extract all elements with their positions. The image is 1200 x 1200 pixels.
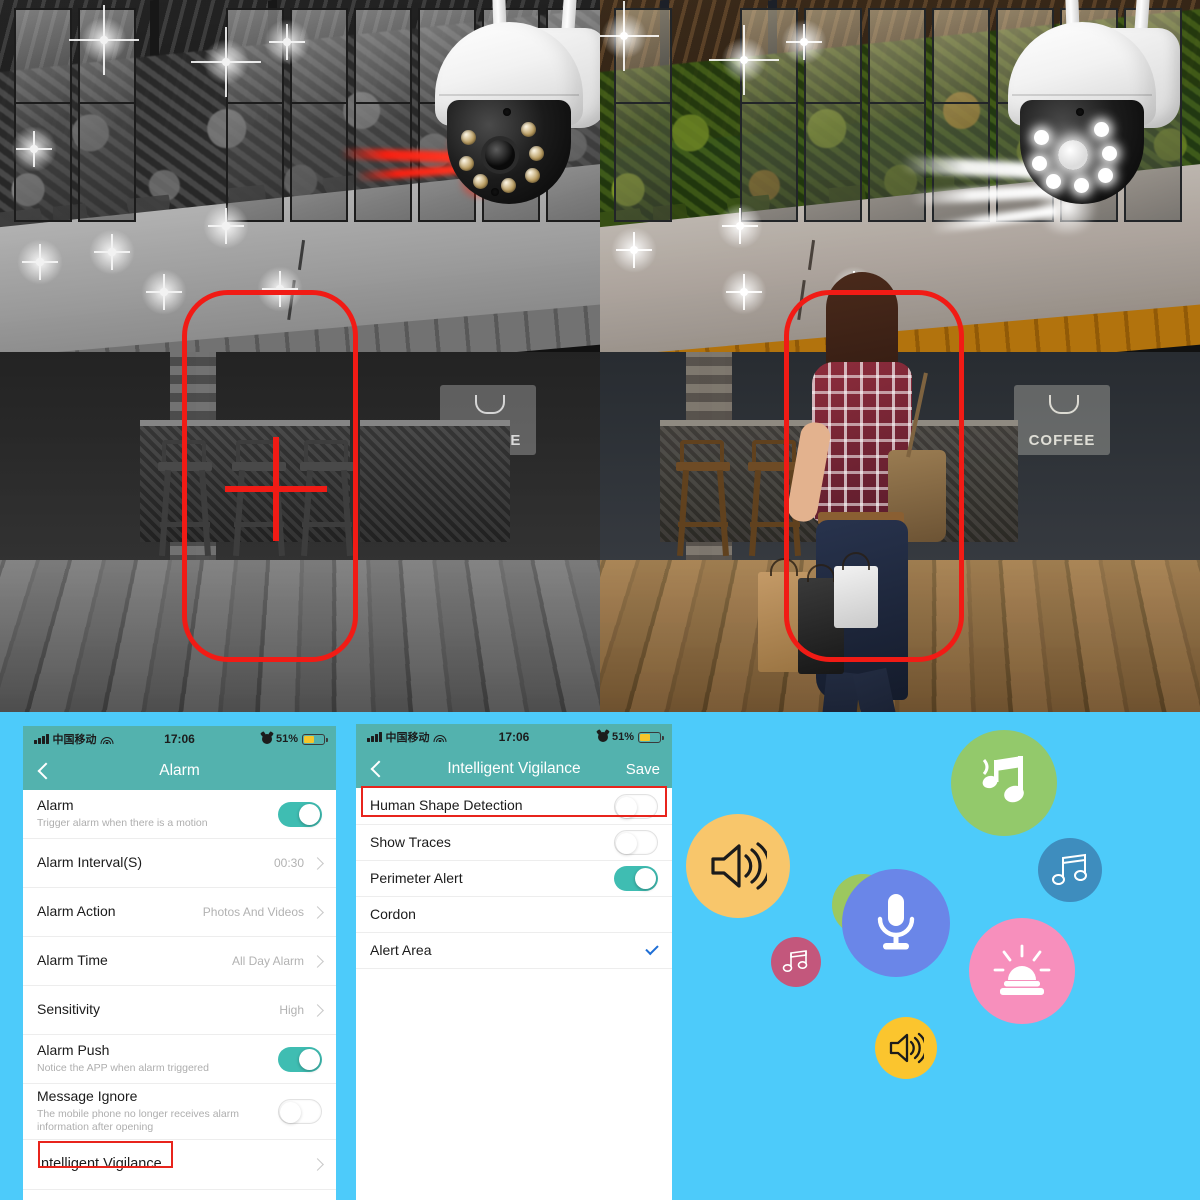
- feature-icon-bubbles: [672, 712, 1200, 1200]
- row-title: Alarm Interval(S): [37, 854, 143, 871]
- row-alarm-push[interactable]: Alarm Push Notice the APP when alarm tri…: [23, 1035, 336, 1084]
- bubble-double-music-note[interactable]: [951, 730, 1057, 836]
- row-value: High: [279, 1003, 304, 1017]
- row-title: Intelligent Vigilance: [37, 1156, 162, 1173]
- row-title: Cordon: [370, 905, 416, 922]
- coffee-sign: COFFEE: [1014, 385, 1110, 455]
- music-note-icon: [1050, 852, 1090, 888]
- bubble-microphone[interactable]: [842, 869, 950, 977]
- chevron-right-icon: [311, 954, 324, 968]
- row-title: Alarm: [37, 797, 74, 814]
- chevron-right-icon: [311, 856, 324, 870]
- row-message-ignore[interactable]: Message Ignore The mobile phone no longe…: [23, 1084, 336, 1140]
- alarm-settings-list: Alarm Trigger alarm when there is a moti…: [23, 790, 336, 1200]
- status-bar: 中国移动 17:06 51%: [356, 724, 672, 750]
- phone-screenshot-alarm: 中国移动 17:06 51% Alarm Alarm Trigger alarm…: [23, 726, 336, 1200]
- toggle-message-ignore[interactable]: [278, 1099, 322, 1124]
- row-title: Sensitivity: [37, 1001, 101, 1018]
- bubble-small-music-note[interactable]: [771, 937, 821, 987]
- row-alarm-interval[interactable]: Alarm Interval(S) 00:30: [23, 839, 336, 888]
- battery-icon: [638, 731, 664, 743]
- row-title: Alert Area: [370, 941, 432, 958]
- status-time: 17:06: [498, 730, 530, 744]
- row-intelligent-vigilance[interactable]: Intelligent Vigilance: [23, 1140, 336, 1190]
- signal-bars-icon: [34, 734, 49, 744]
- scene-black-and-white: COFFEE: [0, 0, 600, 712]
- status-bar: 中国移动 17:06 51%: [23, 726, 336, 752]
- chevron-right-icon: [311, 1158, 324, 1171]
- battery-percent: 51%: [611, 731, 634, 743]
- row-alert-area[interactable]: Alert Area: [356, 933, 672, 969]
- toggle-show-traces[interactable]: [614, 830, 658, 855]
- camera-demo-photo: COFFEE: [0, 0, 1200, 712]
- toggle-human-shape-detection[interactable]: [614, 793, 658, 819]
- chevron-right-icon: [311, 1003, 324, 1017]
- alarm-clock-icon: [597, 732, 608, 742]
- small-music-note-icon: [782, 949, 810, 975]
- microphone-icon: [871, 892, 921, 954]
- nav-bar-alarm: Alarm: [23, 752, 336, 790]
- nav-bar-vigilance: Intelligent Vigilance Save: [356, 750, 672, 788]
- back-chevron-left-icon[interactable]: [35, 762, 53, 780]
- row-title: Alarm Time: [37, 952, 108, 969]
- row-show-traces[interactable]: Show Traces: [356, 825, 672, 861]
- phone-screenshot-intelligent-vigilance: 中国移动 17:06 51% Intelligent Vigilance Sav…: [356, 724, 672, 1200]
- page-title: Alarm: [159, 762, 200, 779]
- row-value: Photos And Videos: [202, 905, 304, 919]
- row-sensitivity[interactable]: Sensitivity High: [23, 986, 336, 1035]
- carrier-label: 中国移动: [52, 734, 97, 746]
- security-camera-left: [435, 0, 600, 207]
- wifi-icon: [433, 732, 447, 742]
- speaker-volume-small-icon: [888, 1032, 924, 1064]
- bubble-speaker-volume-small[interactable]: [875, 1017, 937, 1079]
- row-alarm[interactable]: Alarm Trigger alarm when there is a moti…: [23, 790, 336, 839]
- row-cordon[interactable]: Cordon: [356, 897, 672, 933]
- row-title: Message Ignore: [37, 1088, 138, 1105]
- checkmark-icon: [645, 941, 659, 956]
- row-title: Show Traces: [370, 833, 451, 850]
- row-alarm-time[interactable]: Alarm Time All Day Alarm: [23, 937, 336, 986]
- crosshair-marker: [225, 437, 327, 541]
- toggle-alarm-push[interactable]: [278, 1046, 322, 1072]
- save-button[interactable]: Save: [626, 761, 660, 778]
- status-time: 17:06: [164, 732, 195, 746]
- speaker-volume-icon: [709, 841, 767, 891]
- row-subtitle: Notice the APP when alarm triggered: [37, 1061, 209, 1074]
- toggle-alarm[interactable]: [278, 801, 322, 827]
- row-alarm-action[interactable]: Alarm Action Photos And Videos: [23, 888, 336, 937]
- row-human-shape-detection[interactable]: Human Shape Detection: [356, 788, 672, 825]
- back-chevron-left-icon[interactable]: [368, 760, 386, 778]
- bubble-music-note[interactable]: [1038, 838, 1102, 902]
- wifi-icon: [100, 734, 114, 744]
- row-subtitle: Trigger alarm when there is a motion: [37, 816, 208, 829]
- row-title: Alarm Push: [37, 1042, 110, 1059]
- battery-icon: [302, 733, 328, 745]
- row-title: Alarm Action: [37, 903, 116, 920]
- bubble-siren-alarm[interactable]: [969, 918, 1075, 1024]
- scene-color: COFFEE: [600, 0, 1200, 712]
- alarm-clock-icon: [261, 734, 272, 744]
- vigilance-settings-list: Human Shape Detection Show Traces Perime…: [356, 788, 672, 969]
- carrier-label: 中国移动: [385, 732, 430, 744]
- row-value: 00:30: [273, 856, 304, 870]
- toggle-perimeter-alert[interactable]: [614, 866, 658, 891]
- row-title: Human Shape Detection: [370, 797, 523, 814]
- signal-bars-icon: [367, 732, 382, 742]
- row-title: Perimeter Alert: [370, 869, 463, 886]
- siren-alarm-icon: [991, 942, 1053, 1000]
- row-filler: [23, 1190, 336, 1200]
- security-camera-right: [1008, 0, 1180, 207]
- double-music-note-icon: [974, 754, 1034, 812]
- bubble-speaker-volume[interactable]: [686, 814, 790, 918]
- battery-percent: 51%: [275, 733, 298, 745]
- detection-box-person: [784, 290, 964, 662]
- row-perimeter-alert[interactable]: Perimeter Alert: [356, 861, 672, 897]
- row-value: All Day Alarm: [231, 954, 304, 968]
- page-title: Intelligent Vigilance: [447, 760, 581, 777]
- chevron-right-icon: [311, 905, 324, 919]
- row-subtitle: The mobile phone no longer receives alar…: [37, 1107, 239, 1134]
